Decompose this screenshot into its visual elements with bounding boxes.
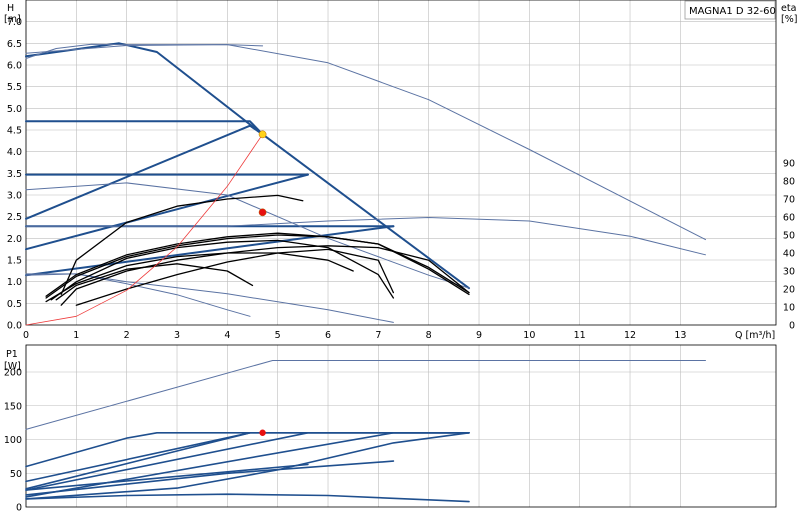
- top-series: [25, 42, 706, 326]
- y2-tick-label: 0: [789, 321, 795, 332]
- chart-canvas: 0 1 2 3 4 5 6 7 8 9 10 11 12 130.00.51.01.52.02.53.03…: [4, 0, 797, 514]
- x-tick-label: 2: [124, 330, 130, 341]
- bottom-y-tick-label: 50: [10, 469, 22, 480]
- max-curve: [25, 360, 706, 430]
- bottom-y-axis-label-p1: P1: [6, 349, 18, 360]
- power-curve: [25, 432, 470, 483]
- y2-tick-label: 80: [783, 177, 795, 188]
- x-tick-label: 1: [73, 330, 79, 341]
- x-tick-label: 13: [674, 330, 686, 341]
- y-tick-label: 1.5: [7, 256, 22, 267]
- y2-tick-label: 10: [783, 303, 795, 314]
- y2-tick-label: 20: [783, 285, 795, 296]
- y-tick-label: 6.0: [7, 61, 22, 72]
- y2-tick-label: 70: [783, 195, 795, 206]
- x-tick-label: 9: [476, 330, 482, 341]
- duty-point-marker: [258, 130, 267, 139]
- bottom-y-axis-unit-w: [W]: [4, 361, 21, 372]
- y2-axis-label-eta: eta: [781, 3, 796, 14]
- y-axis-label-h: H: [7, 3, 14, 14]
- duty-point-marker: [258, 208, 267, 217]
- y-tick-label: 0.5: [7, 299, 22, 310]
- y-tick-label: 5.0: [7, 104, 22, 115]
- y-tick-label: 0.0: [7, 321, 22, 332]
- bottom-series: [25, 360, 706, 503]
- y-tick-label: 4.0: [7, 147, 22, 158]
- chart-title: MAGNA1 D 32-60: [689, 6, 776, 17]
- y-axis-unit-m: [m]: [4, 14, 21, 25]
- y2-tick-label: 30: [783, 267, 795, 278]
- title-box: MAGNA1 D 32-60: [684, 0, 776, 20]
- pump-curve: [25, 273, 394, 323]
- y-tick-label: 5.5: [7, 82, 22, 93]
- bottom-y-tick-label: 150: [4, 401, 22, 412]
- y-tick-label: 3.0: [7, 191, 22, 202]
- y-tick-label: 2.5: [7, 212, 22, 223]
- y-tick-label: 6.5: [7, 39, 22, 50]
- y2-tick-label: 90: [783, 159, 795, 170]
- power-curve: [25, 460, 395, 496]
- bottom-y-tick-label: 0: [16, 503, 22, 514]
- y2-axis-unit-percent: [%]: [781, 14, 797, 25]
- power-curve: [25, 493, 470, 503]
- x-tick-label: 12: [624, 330, 636, 341]
- y-tick-label: 3.5: [7, 169, 22, 180]
- x-tick-label: 0: [23, 330, 29, 341]
- x-tick-label: 7: [375, 330, 381, 341]
- x-tick-label: 8: [426, 330, 432, 341]
- x-tick-label: 6: [325, 330, 331, 341]
- y2-tick-label: 40: [783, 249, 795, 260]
- power-curve: [25, 463, 309, 491]
- power-curve: [25, 432, 470, 500]
- x-tick-label: 11: [574, 330, 586, 341]
- power-duty-point-marker: [259, 429, 266, 436]
- x-tick-label: 10: [523, 330, 535, 341]
- y-tick-label: 2.0: [7, 234, 22, 245]
- x-axis-label: Q [m³/h]: [735, 330, 775, 341]
- y-tick-label: 1.0: [7, 277, 22, 288]
- y2-tick-label: 60: [783, 213, 795, 224]
- bottom-y-tick-label: 100: [4, 435, 22, 446]
- power-curve: [25, 432, 470, 468]
- pump-performance-chart: 0 1 2 3 4 5 6 7 8 9 10 11 12 13 0.0 0.5 1.0 1.5 2.0 2.5 3.0 3…: [0, 0, 800, 520]
- x-tick-label: 5: [275, 330, 281, 341]
- x-tick-label: 3: [174, 330, 180, 341]
- x-tick-label: 4: [224, 330, 230, 341]
- y-tick-label: 4.5: [7, 126, 22, 137]
- y2-tick-label: 50: [783, 231, 795, 242]
